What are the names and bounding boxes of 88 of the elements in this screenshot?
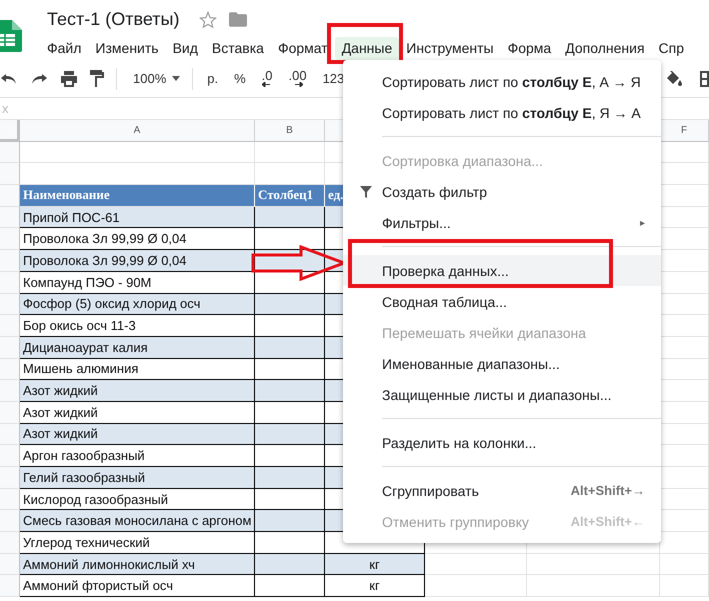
menu-item[interactable]: Сгруппировать Alt+Shift+→	[343, 475, 661, 506]
menu-item[interactable]: Проверка данных...	[343, 255, 661, 286]
table-cell: кг	[325, 575, 425, 598]
menu-item[interactable]: Файл	[40, 37, 88, 60]
table-cell: Дицианоаурат калия	[20, 336, 255, 359]
menu-item[interactable]: Сортировать лист по столбцу E, Я → А	[343, 97, 661, 128]
dropdown-icon[interactable]	[172, 76, 180, 81]
table-header-cell: Столбец1	[255, 185, 325, 207]
menu-item[interactable]: Защищенные листы и диапазоны...	[343, 379, 661, 410]
undo-icon[interactable]	[0, 72, 18, 84]
menu-item[interactable]: Разделить на колонки...	[343, 427, 661, 458]
sheets-logo-icon[interactable]	[0, 20, 22, 52]
row-header[interactable]	[0, 532, 20, 554]
table-cell: Фосфор (5) оксид хлорид осч	[20, 294, 255, 316]
row-header[interactable]	[0, 358, 20, 380]
row-header[interactable]	[0, 272, 20, 294]
menu-item[interactable]: Дополнения	[558, 37, 652, 60]
table-cell	[255, 294, 325, 316]
select-all-corner[interactable]	[0, 120, 20, 142]
row-header[interactable]	[0, 424, 20, 446]
table-cell	[255, 206, 325, 228]
table-cell: Припой ПОС-61	[20, 206, 255, 228]
row-header[interactable]	[0, 467, 20, 489]
table-cell: Смесь газовая моносилана с аргоном	[20, 510, 255, 532]
row-header[interactable]	[0, 402, 20, 424]
table-cell	[255, 554, 325, 576]
row-header[interactable]	[0, 142, 20, 164]
row-header[interactable]	[0, 380, 20, 402]
table-cell	[660, 554, 709, 576]
row-header[interactable]	[0, 250, 20, 272]
table-cell	[255, 575, 325, 598]
table-cell: Проволока Зл 99,99 Ø 0,04	[20, 250, 255, 272]
table-header-cell: Наименование	[20, 185, 255, 207]
table-cell	[255, 467, 325, 489]
menu-item[interactable]: Форма	[500, 37, 558, 60]
menu-item[interactable]: Спр	[652, 37, 692, 60]
currency-button[interactable]: р.	[205, 71, 220, 86]
table-cell: Аммоний лимоннокислый хч	[20, 554, 255, 576]
row-header[interactable]	[0, 163, 20, 186]
menu-item[interactable]: Изменить	[88, 37, 166, 60]
row-header[interactable]	[0, 206, 20, 228]
folder-icon[interactable]	[229, 12, 248, 27]
menu-item[interactable]: Именованные диапазоны...	[343, 348, 661, 379]
left-arrow-icon	[262, 82, 272, 87]
filter-icon	[360, 186, 372, 198]
menu-item[interactable]: Вид	[166, 37, 205, 60]
column-header[interactable]: F	[660, 120, 709, 142]
percent-button[interactable]: %	[232, 71, 248, 86]
menu-item[interactable]: Вставка	[204, 37, 271, 60]
star-icon[interactable]	[199, 10, 218, 28]
row-header[interactable]	[0, 336, 20, 359]
borders-icon[interactable]	[700, 70, 709, 86]
table-cell: Азот жидкий	[20, 424, 255, 446]
table-cell: кг	[325, 554, 425, 576]
column-header[interactable]: B	[255, 120, 325, 142]
redo-icon[interactable]	[30, 72, 48, 84]
table-cell	[255, 510, 325, 532]
document-title[interactable]: Тест-1 (Ответы)	[47, 9, 180, 30]
table-cell	[255, 336, 325, 359]
row-header[interactable]	[0, 228, 20, 250]
menu-item[interactable]: Фильтры... ▸	[343, 207, 661, 238]
row-header[interactable]	[0, 575, 20, 598]
right-arrow-icon	[292, 82, 303, 87]
row-header[interactable]	[0, 488, 20, 510]
table-cell	[255, 380, 325, 402]
table-cell: Аммоний фтористый осч	[20, 575, 255, 598]
menu-item[interactable]: Сводная таблица...	[343, 286, 661, 317]
increase-decimals-button[interactable]: .00	[286, 70, 309, 87]
row-header[interactable]	[0, 185, 20, 207]
row-header[interactable]	[0, 445, 20, 467]
row-header[interactable]	[0, 554, 20, 576]
table-cell: Азот жидкий	[20, 380, 255, 402]
table-cell	[255, 424, 325, 446]
table-cell	[660, 575, 709, 598]
print-icon[interactable]	[60, 70, 78, 86]
zoom-dropdown[interactable]: 100%	[131, 71, 168, 86]
decrease-decimals-button[interactable]: .0	[260, 70, 274, 87]
row-header[interactable]	[0, 510, 20, 532]
row-header[interactable]	[0, 315, 20, 337]
column-header[interactable]: A	[20, 120, 255, 142]
table-cell: Гелий газообразный	[20, 467, 255, 489]
formula-label: x	[2, 101, 8, 116]
row-header[interactable]	[0, 294, 20, 316]
fill-color-icon[interactable]	[666, 70, 684, 86]
menu-item[interactable]: Формат	[270, 37, 335, 60]
paint-format-icon[interactable]	[90, 70, 104, 87]
menu-item[interactable]: Инструменты	[399, 37, 501, 60]
menu-item[interactable]: Данные	[334, 37, 400, 60]
